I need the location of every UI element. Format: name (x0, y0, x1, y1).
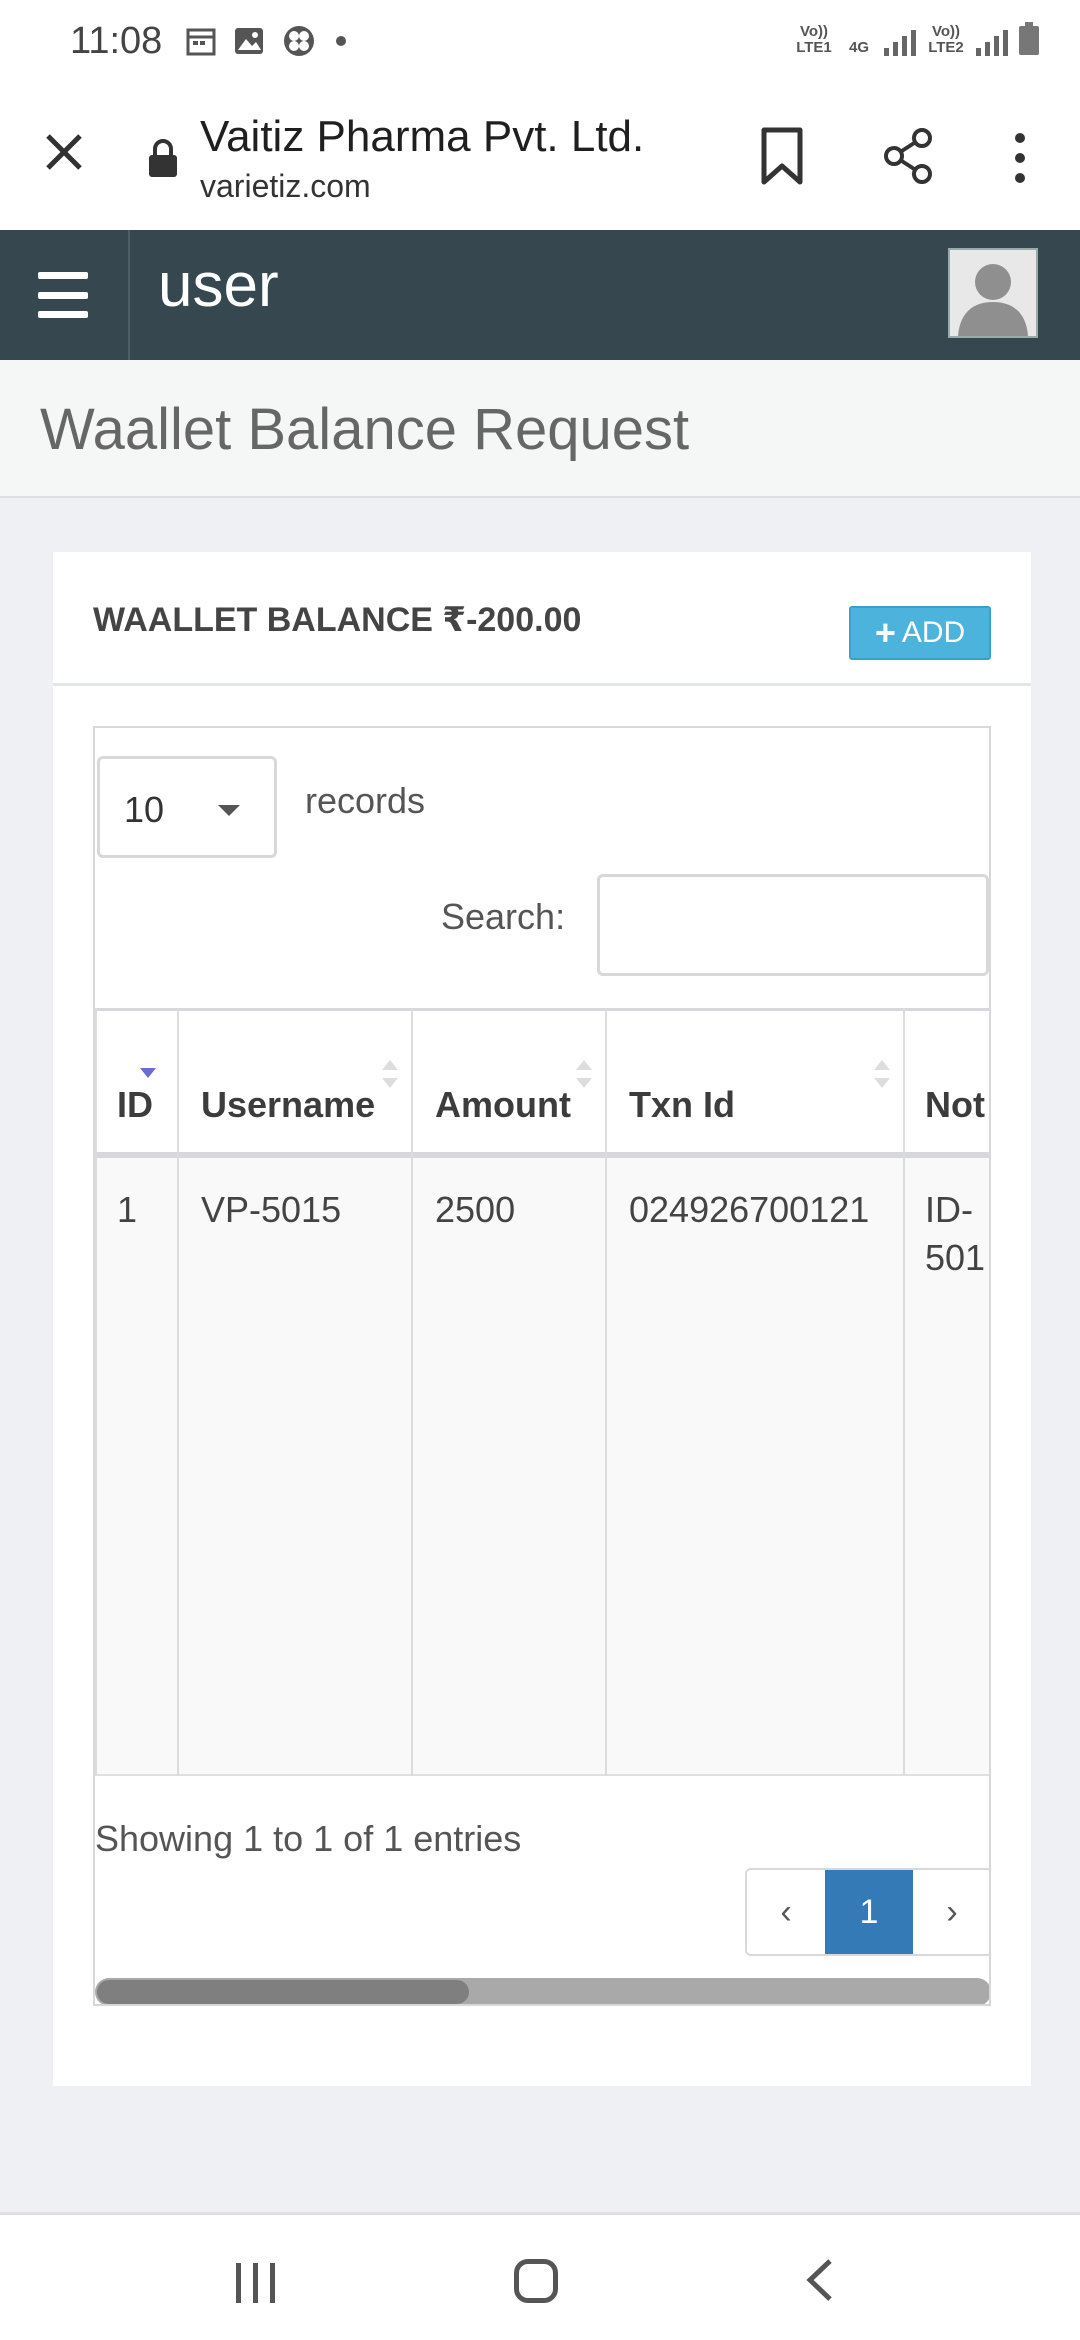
cell-username: VP-5015 (201, 1189, 342, 1230)
table-info: Showing 1 to 1 of 1 entries (95, 1818, 522, 1859)
column-header-username[interactable]: Username (201, 1084, 375, 1126)
cell-id: 1 (117, 1189, 138, 1230)
scrollbar-thumb[interactable] (97, 1980, 469, 2004)
status-time: 11:08 (70, 20, 163, 62)
sort-icon[interactable] (873, 1058, 891, 1094)
add-button-label: ADD (901, 616, 966, 649)
pagination-next-button[interactable]: › (913, 1870, 989, 1954)
chevron-down-icon (218, 805, 240, 816)
pagination-page-button[interactable]: 1 (825, 1870, 913, 1954)
sort-icon[interactable] (575, 1058, 593, 1094)
lock-icon[interactable] (146, 138, 180, 178)
header-divider (128, 230, 130, 360)
battery-icon (1019, 22, 1039, 55)
cell-txn-id: 024926700121 (629, 1189, 870, 1230)
page-title-bar: Waallet Balance Request (0, 360, 1080, 498)
image-icon (235, 28, 263, 54)
header-section-title: user (158, 251, 279, 320)
search-label: Search: (441, 896, 566, 937)
column-divider (411, 1008, 413, 1776)
site-url[interactable]: varietiz.com (200, 168, 371, 205)
column-header-note[interactable]: Not (925, 1084, 985, 1126)
status-notification-icons (186, 24, 348, 58)
cell-note-line-1: ID- (925, 1189, 973, 1230)
card-header: WAALLET BALANCE ₹-200.00 + ADD (53, 552, 1031, 686)
wallet-balance-label: WAALLET BALANCE ₹-200.00 (93, 601, 582, 639)
more-options-icon[interactable] (1000, 128, 1040, 188)
user-avatar-icon (950, 250, 1036, 336)
sim2-label: Vo)) LTE2 (928, 23, 964, 56)
column-header-amount[interactable]: Amount (435, 1084, 571, 1126)
cell-amount: 2500 (435, 1189, 516, 1230)
column-divider (605, 1008, 607, 1776)
cell-note-line-2: 501 (925, 1237, 986, 1278)
horizontal-scrollbar[interactable] (95, 1978, 989, 2004)
share-icon[interactable] (880, 126, 936, 186)
signal-icon (976, 28, 1008, 56)
plus-icon: + (874, 612, 896, 653)
wallet-card: WAALLET BALANCE ₹-200.00 + ADD 10 record… (53, 552, 1031, 2086)
search-input[interactable] (597, 874, 989, 976)
column-divider (95, 1008, 97, 1776)
page-title: Waallet Balance Request (40, 397, 690, 462)
calendar-icon (186, 28, 216, 56)
home-icon[interactable] (514, 2259, 558, 2303)
column-divider (177, 1008, 179, 1776)
bookmark-icon[interactable] (756, 126, 808, 186)
status-signal-icons: Vo)) LTE1 4G Vo)) LTE2 (794, 22, 1040, 56)
sort-desc-icon[interactable] (139, 1058, 157, 1094)
records-length-value: 10 (124, 789, 165, 830)
records-length-select[interactable]: 10 (97, 756, 277, 858)
app-icon (284, 26, 314, 56)
records-label: records (305, 780, 426, 821)
signal-icon (884, 28, 916, 56)
pagination: ‹ 1 › (745, 1868, 989, 1956)
recents-icon[interactable] (236, 2263, 275, 2303)
site-title[interactable]: Vaitiz Pharma Pvt. Ltd. (200, 112, 644, 162)
table-header-row (95, 1008, 989, 1158)
system-navigation-bar (0, 2212, 1080, 2340)
menu-icon[interactable] (38, 272, 88, 318)
network-type: 4G (848, 39, 869, 56)
app-header: user (0, 230, 1080, 360)
pagination-prev-button[interactable]: ‹ (747, 1870, 825, 1954)
status-bar: 11:08 Vo)) LTE1 4G Vo)) LTE2 (0, 0, 1080, 86)
column-header-txn-id[interactable]: Txn Id (629, 1084, 735, 1126)
browser-toolbar: Vaitiz Pharma Pvt. Ltd. varietiz.com (0, 86, 1080, 230)
table-row (95, 1158, 989, 1776)
sort-icon[interactable] (381, 1058, 399, 1094)
column-divider (903, 1008, 905, 1776)
back-icon[interactable] (800, 2255, 840, 2305)
data-table: ID Username Amount Txn Id Not 1 VP-5015 … (95, 1008, 989, 1778)
close-icon[interactable] (40, 128, 88, 176)
datatable-wrapper: 10 records Search: ID Username Amount Tx… (93, 726, 991, 2006)
sim1-label: Vo)) LTE1 (796, 23, 832, 56)
dot-icon (336, 36, 346, 46)
add-button[interactable]: + ADD (849, 606, 991, 660)
avatar[interactable] (948, 248, 1038, 338)
